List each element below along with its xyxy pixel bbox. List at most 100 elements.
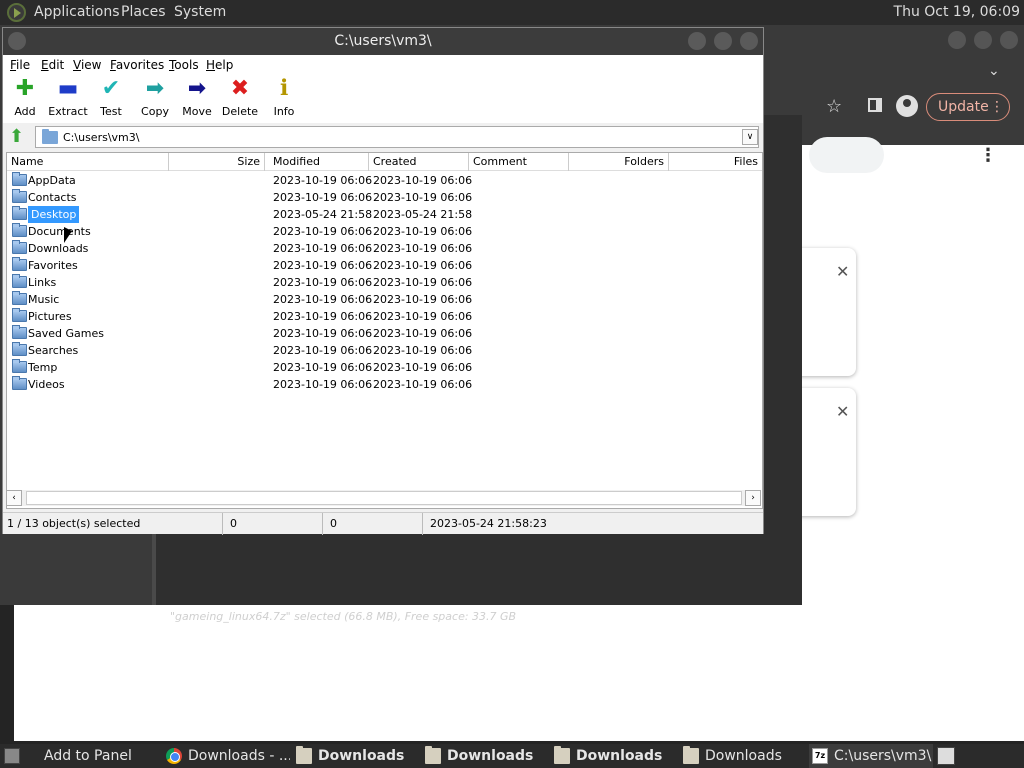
table-row[interactable]: Documents 2023-10-19 06:06 2023-10-19 06:0… bbox=[7, 223, 762, 240]
side-panel-icon[interactable] bbox=[868, 98, 882, 112]
delete-button[interactable]: ✖ Delete bbox=[220, 77, 260, 119]
file-list[interactable]: Name Size Modified Created Comment Folde… bbox=[6, 152, 763, 509]
column-modified[interactable]: Modified bbox=[269, 153, 369, 171]
taskbar: Add to Panel Downloads - ... Downloads D… bbox=[0, 744, 1024, 768]
maximize-button[interactable] bbox=[714, 32, 732, 50]
row-created: 2023-10-19 06:06 bbox=[373, 327, 473, 340]
menu-places[interactable]: Places bbox=[121, 4, 166, 20]
scroll-left-icon[interactable]: ‹ bbox=[6, 490, 22, 506]
move-arrow-icon: ➡ bbox=[187, 76, 207, 101]
folder-icon bbox=[12, 223, 27, 237]
chrome-search-pill[interactable] bbox=[809, 137, 884, 173]
table-row[interactable]: Downloads 2023-10-19 06:06 2023-10-19 06:0… bbox=[7, 240, 762, 257]
table-row[interactable]: Searches 2023-10-19 06:06 2023-10-19 06:06 bbox=[7, 342, 762, 359]
menu-edit[interactable]: Edit bbox=[41, 58, 64, 72]
row-modified: 2023-10-19 06:06 bbox=[273, 378, 373, 391]
chrome-icon bbox=[166, 748, 182, 764]
bookmark-star-icon[interactable]: ☆ bbox=[826, 96, 842, 117]
row-name: Downloads bbox=[28, 242, 89, 255]
row-created: 2023-10-19 06:06 bbox=[373, 310, 473, 323]
row-created: 2023-10-19 06:06 bbox=[373, 259, 473, 272]
status-selection: 1 / 13 object(s) selected bbox=[7, 517, 141, 530]
table-row[interactable]: Links 2023-10-19 06:06 2023-10-19 06:06 bbox=[7, 274, 762, 291]
panel-clock[interactable]: Thu Oct 19, 06:09 bbox=[894, 4, 1020, 20]
close-button[interactable] bbox=[1000, 31, 1018, 49]
page-kebab-icon[interactable]: ⋮ bbox=[979, 145, 997, 166]
folder-icon bbox=[12, 189, 27, 203]
extract-button[interactable]: ▬ Extract bbox=[48, 77, 88, 119]
table-row[interactable]: Videos 2023-10-19 06:06 2023-10-19 06:06 bbox=[7, 376, 762, 393]
move-button[interactable]: ➡ Move bbox=[177, 76, 217, 119]
taskbar-item-chrome-downloads[interactable]: Downloads - ... bbox=[166, 744, 290, 768]
folder-icon bbox=[554, 746, 570, 764]
table-row[interactable]: Pictures 2023-10-19 06:06 2023-10-19 06:06 bbox=[7, 308, 762, 325]
copy-arrow-icon: ➡ bbox=[145, 76, 165, 101]
menu-file[interactable]: File bbox=[10, 58, 30, 72]
menu-help[interactable]: Help bbox=[206, 58, 233, 72]
folder-icon bbox=[12, 359, 27, 373]
taskbar-item-add-to-panel[interactable]: Add to Panel bbox=[4, 744, 159, 768]
close-icon[interactable]: ✕ bbox=[836, 262, 849, 281]
column-name[interactable]: Name bbox=[7, 153, 169, 171]
row-modified: 2023-10-19 06:06 bbox=[273, 191, 373, 204]
table-row[interactable]: Music 2023-10-19 06:06 2023-10-19 06:06 bbox=[7, 291, 762, 308]
row-modified: 2023-05-24 21:58 bbox=[273, 208, 373, 221]
up-folder-icon[interactable]: ⬆ bbox=[9, 127, 29, 147]
minimize-button[interactable] bbox=[688, 32, 706, 50]
table-row[interactable]: AppData 2023-10-19 06:06 2023-10-19 06:06 bbox=[7, 172, 762, 189]
profile-avatar-icon[interactable] bbox=[896, 95, 918, 117]
close-icon[interactable]: ✕ bbox=[836, 402, 849, 421]
chrome-menu-icon[interactable]: ⋮ bbox=[990, 94, 1004, 120]
copy-button[interactable]: ➡ Copy bbox=[135, 76, 175, 119]
row-name: Documents bbox=[28, 225, 91, 238]
taskbar-item-downloads-1[interactable]: Downloads bbox=[296, 744, 420, 768]
column-comment[interactable]: Comment bbox=[469, 153, 569, 171]
workspace-switcher[interactable] bbox=[937, 744, 959, 768]
workspace-icon[interactable] bbox=[937, 747, 955, 765]
folder-icon bbox=[12, 206, 27, 220]
row-created: 2023-10-19 06:06 bbox=[373, 378, 473, 391]
update-button[interactable]: Update ⋮ bbox=[926, 93, 1010, 121]
path-combobox[interactable]: C:\users\vm3\ ∨ bbox=[35, 126, 759, 148]
minimize-button[interactable] bbox=[948, 31, 966, 49]
column-size[interactable]: Size bbox=[169, 153, 265, 171]
distro-logo-icon[interactable] bbox=[7, 3, 26, 22]
7zip-titlebar[interactable]: C:\users\vm3\ bbox=[3, 28, 763, 55]
menu-applications[interactable]: Applications bbox=[34, 4, 120, 20]
taskbar-item-7zip[interactable]: 7z C:\users\vm3\ bbox=[809, 744, 933, 768]
folder-icon bbox=[12, 257, 27, 271]
add-button[interactable]: ✚ Add bbox=[5, 77, 45, 119]
menubar: File Edit View Favorites Tools Help bbox=[3, 55, 763, 75]
info-button[interactable]: ℹ Info bbox=[264, 76, 304, 119]
horizontal-scrollbar[interactable]: ‹ › bbox=[6, 490, 761, 506]
menu-favorites[interactable]: Favorites bbox=[110, 58, 164, 72]
test-button[interactable]: ✔ Test bbox=[91, 76, 131, 119]
scroll-right-icon[interactable]: › bbox=[745, 490, 761, 506]
menu-tools[interactable]: Tools bbox=[169, 58, 199, 72]
maximize-button[interactable] bbox=[974, 31, 992, 49]
table-row[interactable]: Contacts 2023-10-19 06:06 2023-10-19 06:06 bbox=[7, 189, 762, 206]
table-row[interactable]: Desktop 2023-05-24 21:58 2023-05-24 21:58 bbox=[7, 206, 762, 223]
column-created[interactable]: Created bbox=[369, 153, 469, 171]
taskbar-item-downloads-3[interactable]: Downloads bbox=[554, 744, 678, 768]
column-files[interactable]: Files bbox=[669, 153, 762, 171]
menu-system[interactable]: System bbox=[174, 4, 226, 20]
check-icon: ✔ bbox=[101, 76, 121, 101]
row-modified: 2023-10-19 06:06 bbox=[273, 344, 373, 357]
info-icon: ℹ bbox=[279, 76, 289, 101]
table-row[interactable]: Favorites 2023-10-19 06:06 2023-10-19 06:0… bbox=[7, 257, 762, 274]
taskbar-item-downloads-4[interactable]: Downloads bbox=[683, 744, 807, 768]
statusbar: 1 / 13 object(s) selected 0 0 2023-05-24… bbox=[3, 512, 763, 535]
taskbar-item-downloads-2[interactable]: Downloads bbox=[425, 744, 549, 768]
scroll-thumb[interactable] bbox=[26, 491, 742, 505]
chevron-down-icon[interactable]: ∨ bbox=[742, 129, 758, 145]
column-folders[interactable]: Folders bbox=[569, 153, 669, 171]
show-desktop-icon[interactable] bbox=[4, 748, 20, 764]
table-row[interactable]: Saved Games 2023-10-19 06:06 2023-10-19 06… bbox=[7, 325, 762, 342]
close-button[interactable] bbox=[740, 32, 758, 50]
tab-search-chevron-icon[interactable]: ⌄ bbox=[988, 63, 1002, 79]
table-row[interactable]: Temp 2023-10-19 06:06 2023-10-19 06:06 bbox=[7, 359, 762, 376]
menu-view[interactable]: View bbox=[73, 58, 101, 72]
row-created: 2023-05-24 21:58 bbox=[373, 208, 473, 221]
row-modified: 2023-10-19 06:06 bbox=[273, 361, 373, 374]
